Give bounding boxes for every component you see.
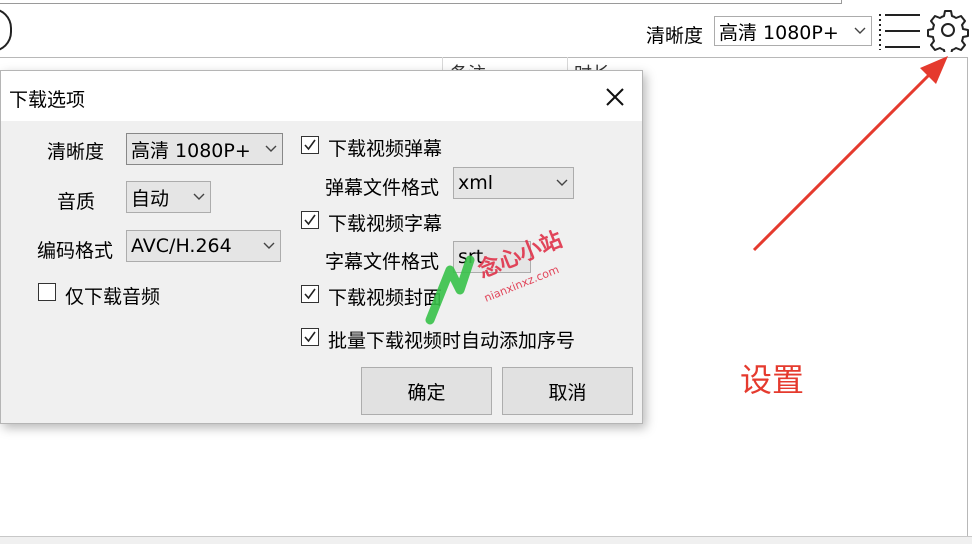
danmaku-format-label: 弹幕文件格式 xyxy=(325,177,440,199)
codec-label: 编码格式 xyxy=(37,240,114,262)
dialog-title: 下载选项 xyxy=(9,89,86,111)
danmaku-format-value: xml xyxy=(458,172,494,194)
dialog-titlebar: 下载选项 xyxy=(1,71,642,121)
chevron-down-icon xyxy=(260,134,282,164)
quality-select-value: 高清 1080P+ xyxy=(719,21,839,44)
codec-select[interactable]: AVC/H.264 xyxy=(126,230,281,262)
chevron-down-icon xyxy=(551,168,573,198)
dialog-quality-value: 高清 1080P+ xyxy=(131,139,251,162)
close-icon[interactable] xyxy=(599,81,631,113)
refresh-icon[interactable] xyxy=(0,8,12,52)
danmaku-format-select[interactable]: xml xyxy=(453,167,574,199)
quality-label: 清晰度 xyxy=(646,25,704,47)
url-input[interactable] xyxy=(0,0,842,4)
dialog-quality-label: 清晰度 xyxy=(47,141,105,163)
watermark-logo: 念心小站 nianxinxz.com xyxy=(425,230,566,325)
download-subtitle-checkbox[interactable] xyxy=(301,211,319,229)
download-danmaku-checkbox[interactable] xyxy=(301,136,319,154)
batch-number-label[interactable]: 批量下载视频时自动添加序号 xyxy=(328,326,575,353)
ok-button[interactable]: 确定 xyxy=(361,367,492,415)
quality-select[interactable]: 高清 1080P+ xyxy=(714,16,872,46)
codec-value: AVC/H.264 xyxy=(131,235,232,257)
chevron-down-icon xyxy=(258,231,280,261)
chevron-down-icon xyxy=(188,182,210,212)
menu-list-icon[interactable] xyxy=(878,10,922,52)
dialog-quality-select[interactable]: 高清 1080P+ xyxy=(126,133,283,165)
download-danmaku-label[interactable]: 下载视频弹幕 xyxy=(328,134,442,161)
gear-icon[interactable] xyxy=(926,8,970,52)
settings-annotation: 设置 xyxy=(740,361,805,399)
audio-quality-value: 自动 xyxy=(131,187,170,210)
cancel-button[interactable]: 取消 xyxy=(502,367,633,415)
download-cover-checkbox[interactable] xyxy=(301,285,319,303)
annotation-arrow-icon xyxy=(752,56,948,252)
audio-quality-label: 音质 xyxy=(57,191,96,213)
chevron-down-icon xyxy=(849,17,871,45)
audio-only-checkbox[interactable] xyxy=(38,283,56,301)
audio-only-label[interactable]: 仅下载音频 xyxy=(65,282,160,309)
audio-quality-select[interactable]: 自动 xyxy=(126,181,211,213)
batch-number-checkbox[interactable] xyxy=(301,328,319,346)
